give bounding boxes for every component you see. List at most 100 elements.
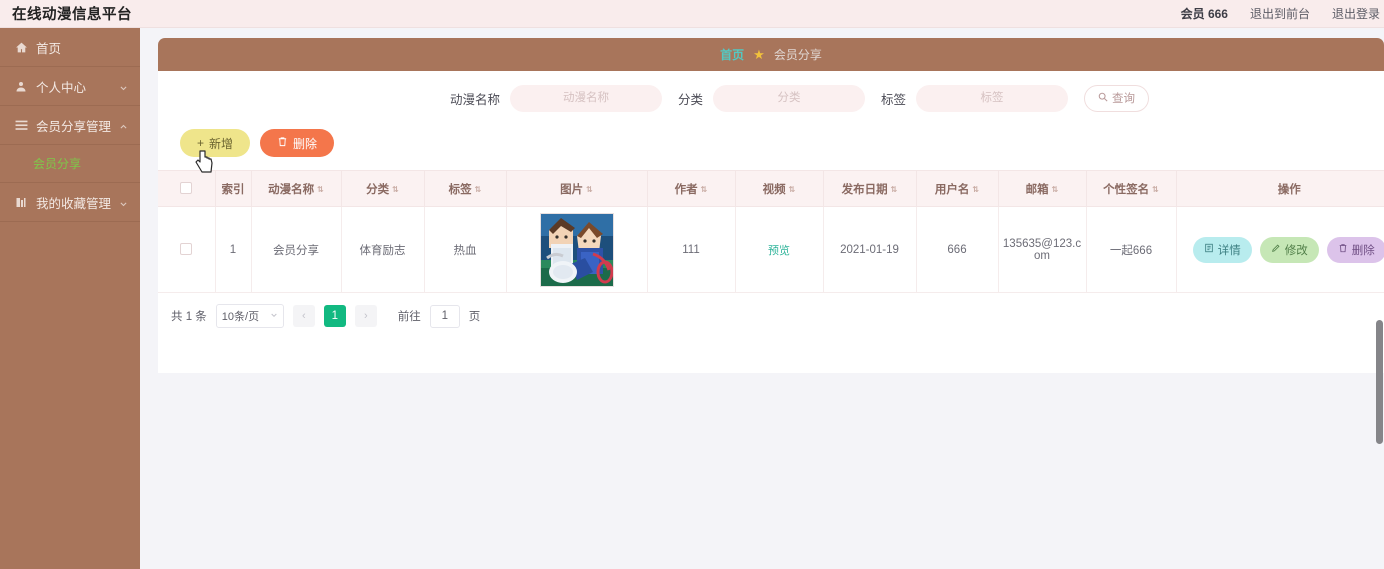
sort-icon[interactable]: ⇅ <box>317 185 324 194</box>
search-label-category: 分类 <box>678 92 704 107</box>
anime-thumbnail[interactable] <box>539 212 614 287</box>
trash-icon <box>1338 243 1348 256</box>
data-table-wrapper: 索引 动漫名称 ⇅ 分类 ⇅ 标签 ⇅ 图片 ⇅ 作者 ⇅ 视频 ⇅ 发布日期 … <box>158 170 1384 293</box>
add-button[interactable]: + 新增 <box>180 129 251 157</box>
table-header-signature[interactable]: 个性签名 ⇅ <box>1086 170 1177 207</box>
table-header-tag[interactable]: 标签 ⇅ <box>424 170 507 207</box>
cell-category: 体育励志 <box>341 206 425 293</box>
table-header-image[interactable]: 图片 ⇅ <box>506 170 648 207</box>
total-count-label: 共 1 条 <box>171 311 207 323</box>
cell-date: 2021-01-19 <box>823 206 917 293</box>
table-header-name[interactable]: 动漫名称 ⇅ <box>251 170 342 207</box>
table-header-index: 索引 <box>215 170 252 207</box>
sort-icon[interactable]: ⇅ <box>891 185 898 194</box>
column-label: 发布日期 <box>841 183 888 196</box>
table-header-author[interactable]: 作者 ⇅ <box>647 170 736 207</box>
row-action-buttons: 详情 修改 删除 <box>1181 236 1384 263</box>
pencil-icon <box>1271 243 1281 256</box>
delete-button-label: 删除 <box>293 136 318 151</box>
next-page-button[interactable]: › <box>354 305 377 327</box>
pagination: 共 1 条 10条/页 ‹ 1 › 前往 页 <box>158 293 1384 328</box>
table-header-username[interactable]: 用户名 ⇅ <box>916 170 999 207</box>
table-header-operations: 操作 <box>1176 170 1384 207</box>
sort-icon[interactable]: ⇅ <box>1052 185 1059 194</box>
row-checkbox[interactable] <box>180 243 193 256</box>
page-number-1[interactable]: 1 <box>323 305 346 327</box>
cell-image <box>506 206 648 293</box>
scrollbar-thumb[interactable] <box>1376 320 1383 444</box>
column-label: 图片 <box>560 183 584 196</box>
sort-icon[interactable]: ⇅ <box>701 185 708 194</box>
column-label: 动漫名称 <box>268 183 315 196</box>
data-table: 索引 动漫名称 ⇅ 分类 ⇅ 标签 ⇅ 图片 ⇅ 作者 ⇅ 视频 ⇅ 发布日期 … <box>158 170 1384 293</box>
edit-button[interactable]: 修改 <box>1259 236 1319 263</box>
column-label: 标签 <box>448 183 472 196</box>
chevron-down-icon <box>119 198 128 207</box>
search-label-tag: 标签 <box>881 92 907 107</box>
video-preview-link[interactable]: 预览 <box>768 245 790 257</box>
table-header-email[interactable]: 邮箱 ⇅ <box>998 170 1087 207</box>
page-title: 在线动漫信息平台 <box>12 7 132 23</box>
sidebar-item-label: 我的收藏管理 <box>36 196 112 211</box>
home-icon <box>14 40 28 54</box>
delete-button[interactable]: 删除 <box>260 129 335 157</box>
table-toolbar: + 新增 删除 <box>158 125 1384 157</box>
top-header: 在线动漫信息平台 会员 666 退出到前台 退出登录 <box>0 0 1384 28</box>
sidebar-item-label: 个人中心 <box>36 80 87 95</box>
goto-unit-label: 页 <box>468 311 481 323</box>
prev-page-button[interactable]: ‹ <box>292 305 315 327</box>
table-row: 1 会员分享 体育励志 热血 111 预览 2021-01-19 666 135… <box>158 206 1384 293</box>
cell-tag: 热血 <box>424 206 507 293</box>
table-header-date[interactable]: 发布日期 ⇅ <box>823 170 917 207</box>
sidebar-item-member-share-management[interactable]: 会员分享管理 <box>0 106 140 145</box>
table-header-category[interactable]: 分类 ⇅ <box>341 170 425 207</box>
goto-page-input[interactable] <box>429 304 460 328</box>
breadcrumb-home-link[interactable]: 首页 <box>720 46 744 63</box>
sidebar-item-member-share[interactable]: 会员分享 <box>0 145 140 183</box>
sort-icon[interactable]: ⇅ <box>789 185 796 194</box>
table-header-video[interactable]: 视频 ⇅ <box>735 170 824 207</box>
column-label: 索引 <box>221 183 245 196</box>
chevron-down-icon <box>270 310 278 322</box>
detail-button[interactable]: 详情 <box>1192 236 1252 263</box>
table-header-select-all <box>158 170 216 207</box>
cell-index: 1 <box>215 206 252 293</box>
cell-name: 会员分享 <box>251 206 342 293</box>
admin-page: 在线动漫信息平台 会员 666 退出到前台 退出登录 首页 个人中心 会员分享管… <box>0 0 1384 569</box>
sidebar-item-home[interactable]: 首页 <box>0 28 140 67</box>
select-all-checkbox[interactable] <box>180 182 193 195</box>
breadcrumb-current: 会员分享 <box>773 48 822 62</box>
sidebar-item-my-collection-management[interactable]: 我的收藏管理 <box>0 183 140 222</box>
search-input-tag[interactable] <box>916 84 1069 112</box>
search-button-label: 查询 <box>1112 93 1136 105</box>
row-checkbox-cell <box>158 206 216 293</box>
column-label: 分类 <box>366 183 390 196</box>
list-icon <box>14 118 28 132</box>
cell-email: 135635@123.com <box>998 206 1087 293</box>
sidebar-item-personal-center[interactable]: 个人中心 <box>0 67 140 106</box>
exit-to-frontend-link[interactable]: 退出到前台 <box>1250 5 1310 22</box>
column-label: 操作 <box>1277 183 1301 196</box>
breadcrumb: 首页 ★ 会员分享 <box>158 38 1384 71</box>
row-delete-button-label: 删除 <box>1351 244 1375 257</box>
search-input-name[interactable] <box>510 84 663 112</box>
current-user-label: 会员 666 <box>1180 7 1228 21</box>
sort-icon[interactable]: ⇅ <box>586 185 593 194</box>
column-label: 视频 <box>762 183 786 196</box>
sidebar: 首页 个人中心 会员分享管理 会员分享 我的收藏管理 <box>0 28 140 569</box>
sort-icon[interactable]: ⇅ <box>392 185 399 194</box>
vertical-scrollbar[interactable] <box>1375 28 1384 569</box>
sort-icon[interactable]: ⇅ <box>475 185 482 194</box>
page-size-label: 10条/页 <box>221 311 260 323</box>
main-content: 首页 ★ 会员分享 动漫名称 分类 标签 查询 <box>140 28 1384 569</box>
detail-button-label: 详情 <box>1217 244 1241 257</box>
sort-icon[interactable]: ⇅ <box>1152 185 1159 194</box>
search-button[interactable]: 查询 <box>1084 84 1150 112</box>
page-size-select[interactable]: 10条/页 <box>215 304 284 328</box>
sort-icon[interactable]: ⇅ <box>972 185 979 194</box>
column-label: 作者 <box>674 183 698 196</box>
search-icon <box>1098 92 1108 105</box>
logout-link[interactable]: 退出登录 <box>1332 5 1380 22</box>
search-input-category[interactable] <box>713 84 866 112</box>
add-button-label: 新增 <box>209 136 234 151</box>
